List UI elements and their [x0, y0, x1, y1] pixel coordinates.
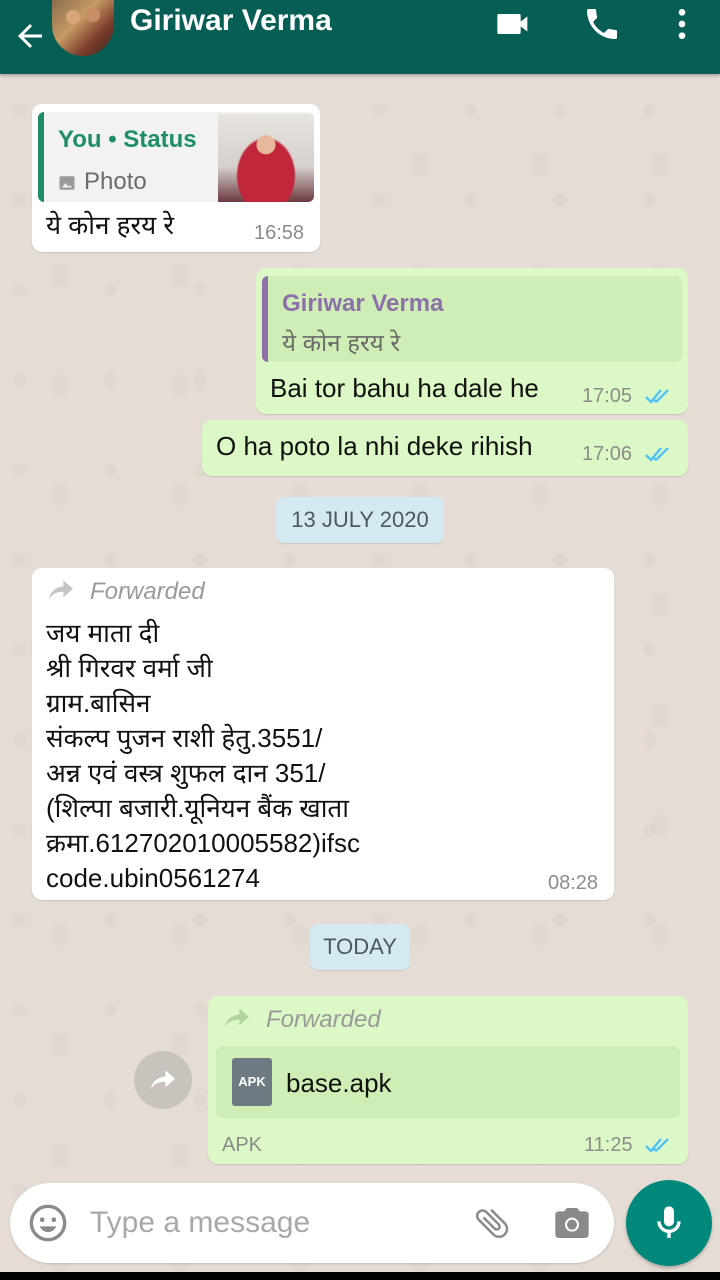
read-receipt-icon [645, 447, 669, 462]
camera-icon[interactable] [552, 1203, 592, 1243]
message-time: 08:28 [548, 872, 599, 894]
more-options-icon[interactable] [662, 4, 702, 44]
message-text: Bai tor bahu ha dale he [270, 373, 539, 403]
voice-message-button[interactable] [626, 1180, 712, 1266]
voice-call-icon[interactable] [582, 4, 622, 44]
date-separator: TODAY [310, 924, 410, 970]
quote-subtitle: Photo [84, 168, 147, 195]
message-input[interactable] [90, 1201, 450, 1245]
forwarded-icon [49, 580, 73, 600]
read-receipt-icon [645, 1138, 669, 1153]
quote-accent-bar [38, 112, 44, 202]
message-text: ये कोन हरय रे [46, 210, 175, 240]
emoji-icon[interactable] [28, 1203, 68, 1243]
message-composer [10, 1183, 614, 1263]
avatar[interactable] [52, 0, 114, 56]
status-quote[interactable]: You • Status Photo [38, 112, 314, 202]
message-time: 11:25 [584, 1134, 633, 1156]
contact-name[interactable]: Giriwar Verma [130, 4, 332, 38]
apk-file-icon: APK [232, 1058, 272, 1106]
date-separator: 13 JULY 2020 [276, 497, 444, 543]
message-time: 16:58 [254, 222, 305, 244]
read-receipt-icon [645, 389, 669, 404]
video-call-icon[interactable] [494, 4, 534, 44]
quote-title: You • Status [58, 126, 197, 153]
forward-button[interactable] [134, 1051, 192, 1109]
quote-subtitle: ये कोन हरय रे [282, 330, 401, 357]
status-photo-thumbnail [218, 114, 314, 202]
message-incoming-status-reply[interactable]: You • Status Photo ये कोन हरय रे 16:58 [32, 104, 320, 252]
reply-quote[interactable]: Giriwar Verma ये कोन हरय रे [262, 276, 682, 362]
system-nav-strip [0, 1272, 720, 1280]
message-text: जय माता दी श्री गिरवर वर्मा जी ग्राम.बास… [46, 618, 361, 893]
file-type: APK [222, 1134, 263, 1156]
forwarded-label: Forwarded [90, 578, 205, 605]
message-outgoing[interactable]: O ha poto la nhi deke rihish 17:06 [202, 420, 688, 476]
quote-title: Giriwar Verma [282, 290, 444, 317]
file-name: base.apk [286, 1068, 392, 1098]
photo-icon [59, 176, 75, 190]
message-outgoing-reply[interactable]: Giriwar Verma ये कोन हरय रे Bai tor bahu… [256, 268, 688, 414]
back-arrow-icon[interactable] [12, 18, 48, 54]
quote-accent-bar [262, 276, 268, 362]
message-outgoing-file[interactable]: Forwarded APK base.apk APK 11:25 [208, 996, 688, 1164]
file-attachment[interactable]: APK base.apk [216, 1046, 680, 1118]
message-text: O ha poto la nhi deke rihish [216, 431, 533, 461]
microphone-icon [657, 1206, 681, 1238]
message-time: 17:06 [582, 443, 633, 465]
attachment-icon[interactable] [472, 1203, 512, 1243]
message-incoming-forwarded[interactable]: Forwarded जय माता दी श्री गिरवर वर्मा जी… [32, 568, 614, 900]
file-badge: APK [238, 1074, 266, 1089]
chat-header: Giriwar Verma [0, 0, 720, 74]
forward-icon [151, 1070, 175, 1090]
forwarded-icon [225, 1008, 249, 1028]
forwarded-label: Forwarded [266, 1006, 381, 1033]
message-time: 17:05 [582, 385, 633, 407]
